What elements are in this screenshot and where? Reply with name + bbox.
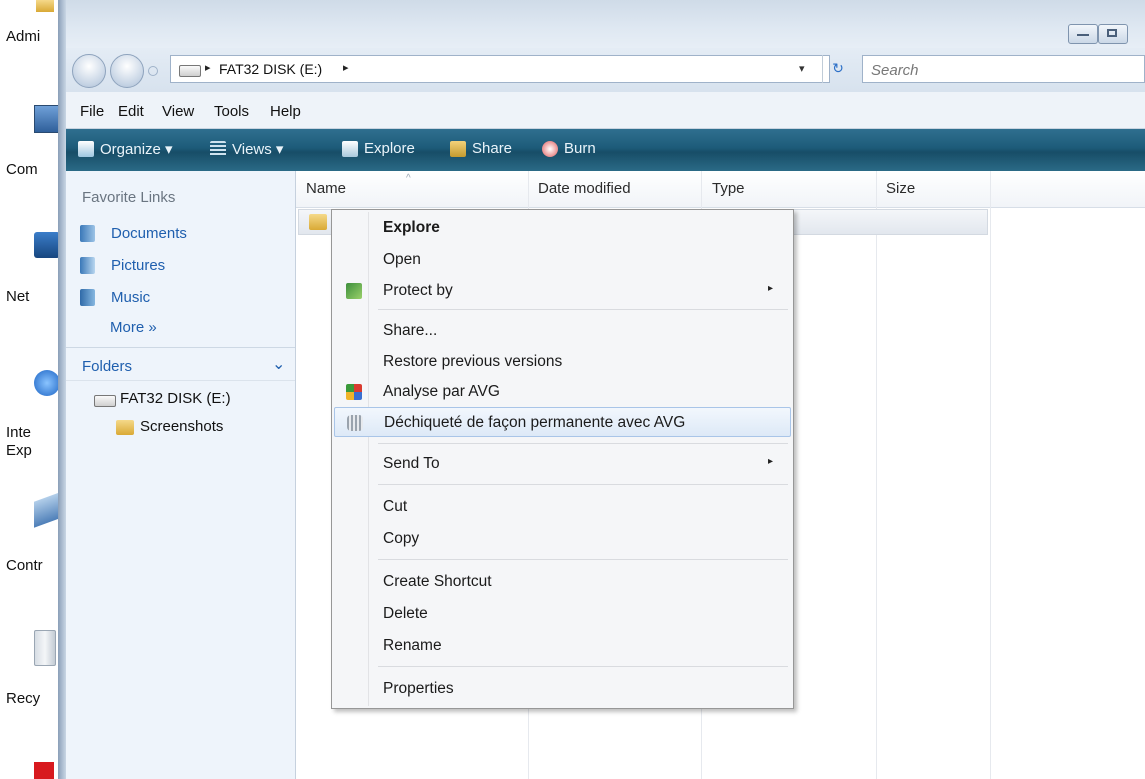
drive-icon — [179, 65, 201, 77]
breadcrumb-separator[interactable]: ▸ — [343, 61, 349, 74]
column-date-modified[interactable]: Date modified — [538, 180, 631, 197]
minimize-button[interactable] — [1068, 24, 1098, 44]
folder-icon — [116, 420, 134, 435]
menu-item-properties[interactable]: Properties — [334, 674, 791, 704]
folders-label: Folders — [82, 358, 133, 375]
menu-separator — [378, 484, 788, 485]
submenu-arrow-icon: ▸ — [768, 456, 774, 467]
forward-button[interactable] — [110, 54, 144, 88]
explore-button[interactable]: Explore — [364, 140, 415, 157]
menu-item-rename[interactable]: Rename — [334, 631, 791, 661]
drive-icon — [94, 395, 116, 407]
tree-item-drive[interactable]: FAT32 DISK (E:) — [94, 388, 284, 410]
taskbar-fragment — [34, 762, 54, 779]
more-link[interactable]: More » — [110, 319, 157, 336]
explore-icon — [342, 141, 358, 157]
documents-icon — [80, 225, 95, 242]
menu-item-restore-previous-versions[interactable]: Restore previous versions — [334, 347, 791, 377]
search-placeholder: Search — [871, 62, 919, 79]
breadcrumb-separator[interactable]: ▸ — [205, 61, 211, 74]
address-row: ▸ FAT32 DISK (E:) ▸ ▾ ↻ Search — [66, 48, 1145, 92]
pictures-icon — [80, 257, 95, 274]
desktop: Admi Com Net Inte Exp Contr Recy — [0, 0, 66, 779]
views-icon — [210, 141, 226, 157]
menu-separator — [378, 559, 788, 560]
user-folder-icon — [36, 0, 54, 12]
column-headers: ^ Name Date modified Type Size — [296, 171, 1145, 208]
network-icon — [34, 232, 60, 258]
tree-item-screenshots[interactable]: Screenshots — [116, 416, 286, 438]
folders-header[interactable]: Folders ⌄ — [66, 347, 295, 381]
menu-bar: File Edit View Tools Help — [66, 92, 1145, 129]
menu-item-protect-by[interactable]: Protect by ▸ — [334, 276, 791, 306]
favorite-links-title: Favorite Links — [82, 189, 176, 206]
recent-pages-dropdown[interactable] — [148, 66, 158, 76]
menu-separator — [378, 666, 788, 667]
menu-help[interactable]: Help — [270, 103, 301, 120]
menu-item-avg-shred[interactable]: Déchiqueté de façon permanente avec AVG — [334, 407, 791, 437]
views-button[interactable]: Views ▾ — [232, 140, 283, 158]
submenu-arrow-icon: ▸ — [768, 283, 774, 294]
internet-explorer-icon — [34, 370, 60, 396]
command-bar: Organize ▾ Views ▾ Explore Share Burn — [66, 129, 1145, 171]
folder-icon — [309, 214, 327, 230]
column-name[interactable]: Name — [306, 180, 346, 197]
recycle-bin-icon — [34, 630, 56, 666]
sort-ascending-icon: ^ — [406, 173, 411, 184]
burn-button[interactable]: Burn — [564, 140, 596, 157]
avg-icon — [346, 384, 362, 400]
protect-icon — [346, 283, 362, 299]
title-bar[interactable] — [58, 0, 1145, 48]
menu-item-open[interactable]: Open — [334, 245, 791, 275]
menu-item-explore[interactable]: Explore — [334, 213, 791, 243]
minimize-icon — [1077, 34, 1089, 36]
menu-tools[interactable]: Tools — [214, 103, 249, 120]
menu-item-delete[interactable]: Delete — [334, 599, 791, 629]
context-menu: Explore Open Protect by ▸ Share... Resto… — [331, 209, 794, 709]
navigation-pane: Favorite Links Documents Pictures Music … — [66, 171, 296, 779]
control-panel-icon — [34, 492, 60, 528]
menu-separator — [378, 309, 788, 310]
maximize-icon — [1107, 29, 1117, 37]
share-icon — [450, 141, 466, 157]
chevron-down-icon: ⌄ — [272, 356, 286, 373]
address-bar[interactable]: ▸ FAT32 DISK (E:) ▸ ▾ — [170, 55, 830, 83]
menu-item-analyse-avg[interactable]: Analyse par AVG — [334, 377, 791, 407]
refresh-button[interactable]: ↻ — [822, 55, 853, 83]
menu-item-share[interactable]: Share... — [334, 316, 791, 346]
shredder-icon — [347, 415, 363, 431]
menu-item-create-shortcut[interactable]: Create Shortcut — [334, 567, 791, 597]
column-type[interactable]: Type — [712, 180, 745, 197]
search-input[interactable]: Search — [862, 55, 1145, 83]
menu-view[interactable]: View — [162, 103, 194, 120]
breadcrumb-drive[interactable]: FAT32 DISK (E:) — [219, 61, 322, 77]
organize-button[interactable]: Organize ▾ — [100, 140, 173, 158]
music-icon — [80, 289, 95, 306]
organize-icon — [78, 141, 94, 157]
menu-separator — [378, 443, 788, 444]
column-size[interactable]: Size — [886, 180, 915, 197]
menu-item-copy[interactable]: Copy — [334, 524, 791, 554]
menu-item-send-to[interactable]: Send To ▸ — [334, 449, 791, 479]
maximize-button[interactable] — [1098, 24, 1128, 44]
refresh-icon: ↻ — [832, 60, 844, 76]
menu-file[interactable]: File — [80, 103, 104, 120]
window-frame — [58, 0, 66, 779]
burn-icon — [542, 141, 558, 157]
column-divider[interactable] — [990, 171, 991, 779]
column-divider[interactable] — [876, 171, 877, 779]
menu-item-cut[interactable]: Cut — [334, 492, 791, 522]
share-button[interactable]: Share — [472, 140, 512, 157]
menu-edit[interactable]: Edit — [118, 103, 144, 120]
back-button[interactable] — [72, 54, 106, 88]
address-dropdown-button[interactable]: ▾ — [799, 62, 805, 75]
